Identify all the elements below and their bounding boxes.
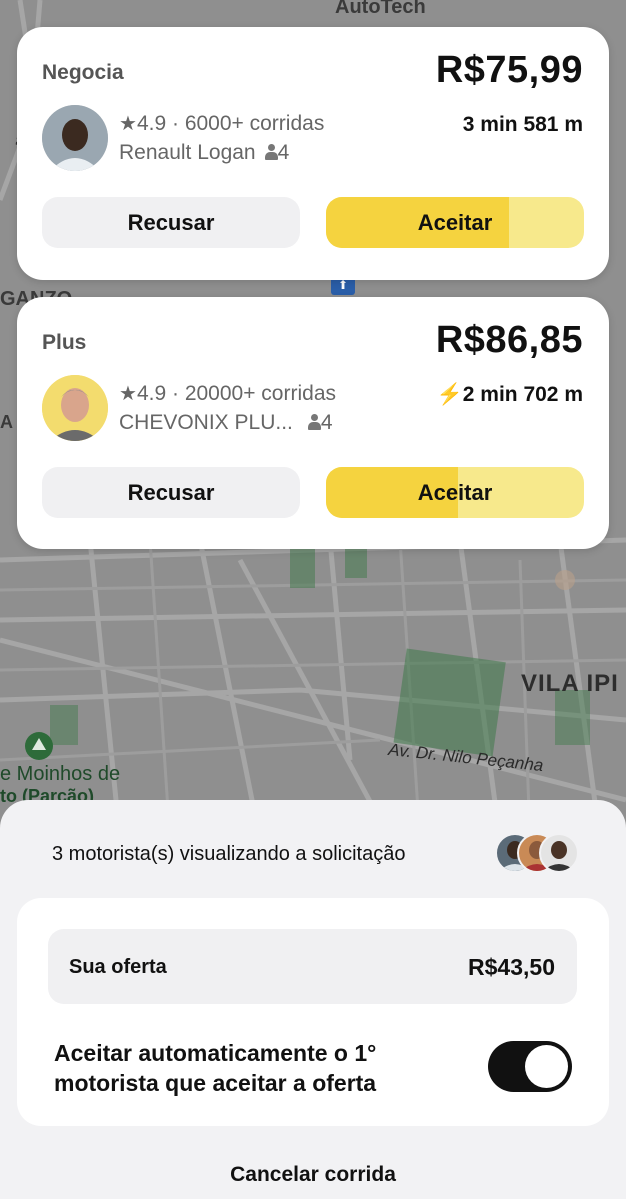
- eta-value: 2 min 702 m: [462, 383, 583, 406]
- driver-offer-card: Plus R$86,85 ★4.9 · 20000+ corridas ⚡2 m…: [17, 297, 609, 549]
- driver-avatar: [42, 105, 108, 171]
- your-offer-label: Sua oferta: [69, 956, 167, 978]
- seat-count: 4: [320, 411, 333, 434]
- offer-price: R$75,99: [435, 49, 583, 91]
- star-icon: ★: [119, 113, 137, 135]
- reject-button[interactable]: Recusar: [42, 467, 300, 518]
- park-icon: [25, 732, 53, 760]
- seats: 4: [307, 411, 333, 435]
- reject-button[interactable]: Recusar: [42, 197, 300, 248]
- star-icon: ★: [119, 383, 137, 405]
- rides-count: 20000+ corridas: [184, 382, 336, 405]
- driver-offer-card: Negocia R$75,99 ★4.9 · 6000+ corridas 3 …: [17, 27, 609, 280]
- avatar: [539, 833, 579, 873]
- bottom-sheet: 3 motorista(s) visualizando a solicitaçã…: [0, 800, 626, 1199]
- cancel-ride-button[interactable]: Cancelar corrida: [0, 1163, 626, 1187]
- accept-label: Aceitar: [417, 479, 493, 505]
- car-info: Renault Logan 4: [119, 141, 289, 165]
- drivers-viewing-text: 3 motorista(s) visualizando a solicitaçã…: [52, 843, 406, 865]
- accept-button[interactable]: Aceitar: [326, 197, 584, 248]
- auto-accept-label: Aceitar automaticamente o 1° motorista q…: [54, 1040, 377, 1096]
- rides-count: 6000+ corridas: [184, 112, 325, 135]
- car-model: CHEVONIX PLU...: [119, 411, 293, 434]
- driver-rating: ★4.9 · 6000+ corridas: [119, 112, 325, 135]
- seat-count: 4: [277, 141, 290, 164]
- driver-avatar: [42, 375, 108, 441]
- seats: 4: [264, 141, 290, 165]
- your-offer-row[interactable]: Sua oferta R$43,50: [48, 929, 577, 1004]
- eta-distance: ⚡2 min 702 m: [437, 383, 583, 407]
- map-label-park: e Moinhos de: [0, 763, 121, 785]
- ride-category: Plus: [42, 331, 87, 354]
- rating-value: 4.9: [136, 112, 167, 135]
- map-label-vila: VILA IPI: [521, 670, 619, 697]
- viewing-drivers-avatars: [495, 833, 579, 873]
- person-icon: [264, 144, 278, 160]
- lightning-icon: ⚡: [436, 383, 463, 406]
- driver-rating: ★4.9 · 20000+ corridas: [119, 382, 336, 405]
- rating-value: 4.9: [136, 382, 167, 405]
- toggle-knob: [525, 1045, 568, 1088]
- car-info: CHEVONIX PLU... 4: [119, 411, 333, 435]
- map-label-a: A: [0, 412, 13, 432]
- accept-button[interactable]: Aceitar: [326, 467, 584, 518]
- map-label-autotech: AutoTech: [335, 0, 426, 18]
- offer-panel: Sua oferta R$43,50 Aceitar automaticamen…: [17, 898, 609, 1126]
- accept-label: Aceitar: [417, 209, 493, 235]
- auto-accept-toggle[interactable]: [488, 1041, 572, 1092]
- person-icon: [307, 414, 321, 430]
- your-offer-value: R$43,50: [468, 954, 555, 980]
- eta-distance: 3 min 581 m: [462, 113, 583, 136]
- car-model: Renault Logan: [119, 141, 256, 164]
- offer-price: R$86,85: [435, 319, 583, 361]
- ride-category: Negocia: [42, 61, 124, 84]
